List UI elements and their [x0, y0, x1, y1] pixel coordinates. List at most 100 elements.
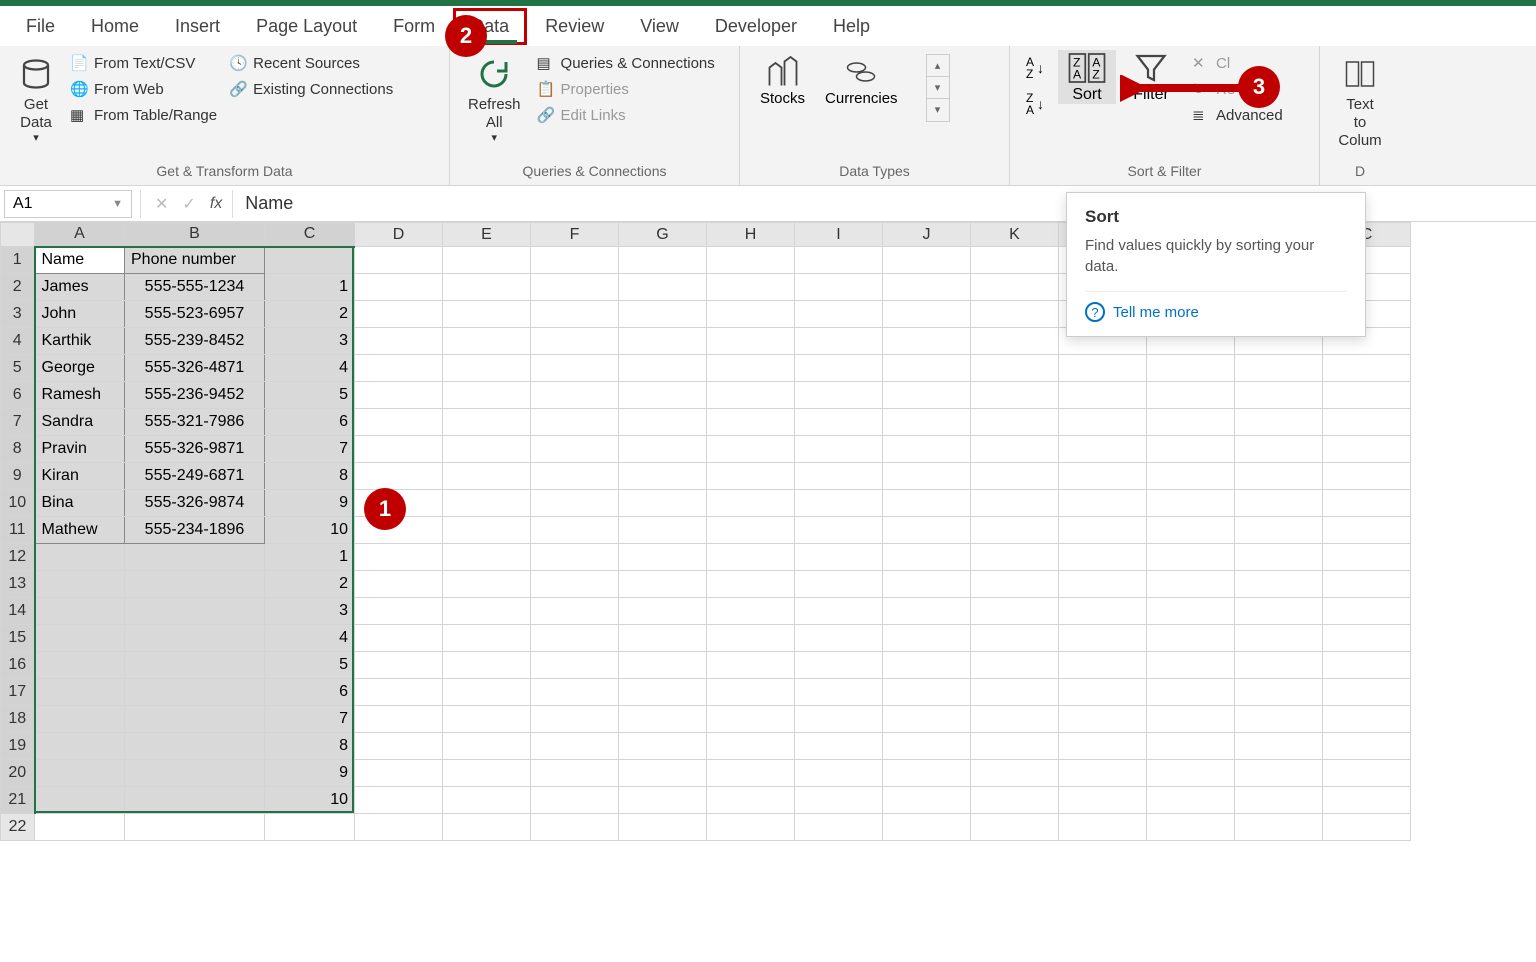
cell[interactable]	[125, 787, 265, 814]
cell[interactable]	[1235, 544, 1323, 571]
cell[interactable]	[1235, 382, 1323, 409]
cell[interactable]	[619, 328, 707, 355]
column-header[interactable]: F	[531, 223, 619, 247]
column-header[interactable]: I	[795, 223, 883, 247]
cell[interactable]	[531, 598, 619, 625]
cell[interactable]: Kiran	[35, 463, 125, 490]
cell[interactable]	[355, 355, 443, 382]
cell[interactable]	[1147, 733, 1235, 760]
cell[interactable]	[531, 571, 619, 598]
cell[interactable]	[35, 571, 125, 598]
cell[interactable]	[971, 382, 1059, 409]
cell[interactable]	[1323, 814, 1411, 841]
cell[interactable]	[795, 382, 883, 409]
cell[interactable]	[883, 625, 971, 652]
cell[interactable]	[707, 679, 795, 706]
cell[interactable]	[125, 571, 265, 598]
cell[interactable]	[883, 760, 971, 787]
cell[interactable]: 8	[265, 463, 355, 490]
cell[interactable]	[355, 409, 443, 436]
cell[interactable]	[443, 436, 531, 463]
cell[interactable]	[125, 652, 265, 679]
fx-icon[interactable]: fx	[210, 195, 222, 213]
cell[interactable]: 555-555-1234	[125, 274, 265, 301]
cell[interactable]	[1235, 760, 1323, 787]
cell[interactable]	[531, 463, 619, 490]
cell[interactable]: Karthik	[35, 328, 125, 355]
cell[interactable]	[619, 274, 707, 301]
get-data-button[interactable]: Get Data ▾	[8, 50, 64, 151]
cell[interactable]	[795, 544, 883, 571]
cell[interactable]	[883, 652, 971, 679]
cell[interactable]	[1059, 760, 1147, 787]
cell[interactable]	[1147, 436, 1235, 463]
cell[interactable]	[1235, 517, 1323, 544]
cell[interactable]: Name	[35, 247, 125, 274]
cell[interactable]	[355, 571, 443, 598]
column-header[interactable]: J	[883, 223, 971, 247]
cell[interactable]	[1147, 463, 1235, 490]
cell[interactable]	[1235, 598, 1323, 625]
cell[interactable]	[971, 733, 1059, 760]
cell[interactable]	[443, 760, 531, 787]
cell[interactable]	[1059, 814, 1147, 841]
cell[interactable]	[531, 490, 619, 517]
row-header[interactable]: 13	[1, 571, 35, 598]
cell[interactable]	[1059, 598, 1147, 625]
cell[interactable]	[1059, 679, 1147, 706]
cell[interactable]	[795, 274, 883, 301]
cell[interactable]	[795, 598, 883, 625]
cell[interactable]: 7	[265, 706, 355, 733]
cell[interactable]	[355, 625, 443, 652]
cell[interactable]	[1059, 706, 1147, 733]
cell[interactable]	[707, 328, 795, 355]
cell[interactable]	[707, 598, 795, 625]
cell[interactable]	[355, 787, 443, 814]
cell[interactable]	[971, 247, 1059, 274]
cell[interactable]	[971, 679, 1059, 706]
cell[interactable]	[1059, 571, 1147, 598]
cell[interactable]	[883, 328, 971, 355]
cell[interactable]	[531, 733, 619, 760]
cell[interactable]	[971, 598, 1059, 625]
cell[interactable]	[1147, 814, 1235, 841]
cell[interactable]	[355, 436, 443, 463]
cell[interactable]	[443, 652, 531, 679]
cell[interactable]	[531, 436, 619, 463]
cell[interactable]: 555-249-6871	[125, 463, 265, 490]
cell[interactable]	[1235, 490, 1323, 517]
cell[interactable]: 1	[265, 544, 355, 571]
cell[interactable]	[883, 247, 971, 274]
cell[interactable]	[355, 760, 443, 787]
cell[interactable]	[619, 787, 707, 814]
row-header[interactable]: 12	[1, 544, 35, 571]
cell[interactable]	[35, 760, 125, 787]
cell[interactable]	[795, 733, 883, 760]
menu-file[interactable]: File	[8, 8, 73, 45]
cell[interactable]: Phone number	[125, 247, 265, 274]
cell[interactable]	[531, 706, 619, 733]
queries-connections-button[interactable]: ▤Queries & Connections	[537, 54, 715, 72]
row-header[interactable]: 9	[1, 463, 35, 490]
cell[interactable]	[1323, 787, 1411, 814]
row-header[interactable]: 5	[1, 355, 35, 382]
cell[interactable]	[707, 625, 795, 652]
row-header[interactable]: 4	[1, 328, 35, 355]
column-header[interactable]: K	[971, 223, 1059, 247]
cell[interactable]	[443, 409, 531, 436]
cell[interactable]	[1059, 409, 1147, 436]
cell[interactable]	[707, 463, 795, 490]
cell[interactable]	[125, 679, 265, 706]
cell[interactable]	[355, 463, 443, 490]
from-web-button[interactable]: 🌐From Web	[70, 80, 217, 98]
cell[interactable]: 555-321-7986	[125, 409, 265, 436]
cell[interactable]	[795, 517, 883, 544]
cell[interactable]	[971, 328, 1059, 355]
cell[interactable]	[531, 625, 619, 652]
cell[interactable]	[883, 463, 971, 490]
chevron-down-icon[interactable]: ▾	[927, 77, 949, 99]
cell[interactable]	[35, 814, 125, 841]
cell[interactable]	[35, 733, 125, 760]
cell[interactable]	[971, 571, 1059, 598]
refresh-all-button[interactable]: Refresh All ▾	[458, 50, 531, 151]
